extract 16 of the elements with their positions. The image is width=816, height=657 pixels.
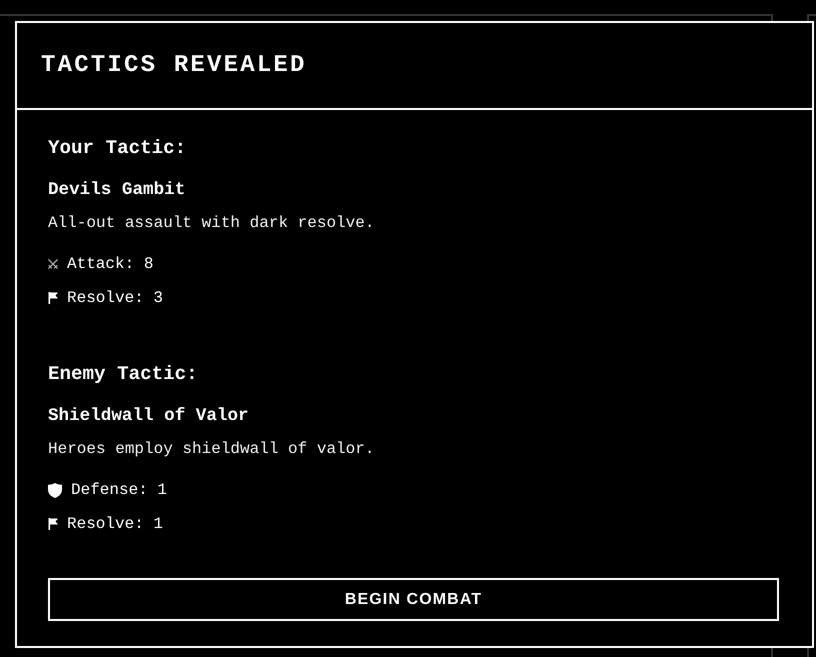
stat-label: Resolve: 3	[67, 288, 164, 308]
stat-label: Resolve: 1	[67, 514, 164, 534]
stat-label: Attack: 8	[67, 254, 154, 274]
section-heading: Your Tactic:	[48, 136, 188, 160]
section-heading: Enemy Tactic:	[48, 362, 199, 386]
tactic-description: All-out assault with dark resolve.	[48, 213, 376, 233]
begin-combat-button[interactable]: BEGIN COMBAT	[48, 578, 779, 621]
flag-icon	[48, 518, 58, 530]
tactic-name: Shieldwall of Valor	[48, 405, 250, 427]
tactic-name: Devils Gambit	[48, 179, 186, 201]
dialog-title: TACTICS REVEALED	[41, 50, 307, 80]
stat-label: Defense: 1	[71, 480, 168, 500]
tactic-description: Heroes employ shieldwall of valor.	[48, 439, 376, 459]
shield-icon	[48, 482, 62, 498]
crossed-swords-icon	[48, 259, 58, 269]
flag-icon	[48, 292, 58, 304]
